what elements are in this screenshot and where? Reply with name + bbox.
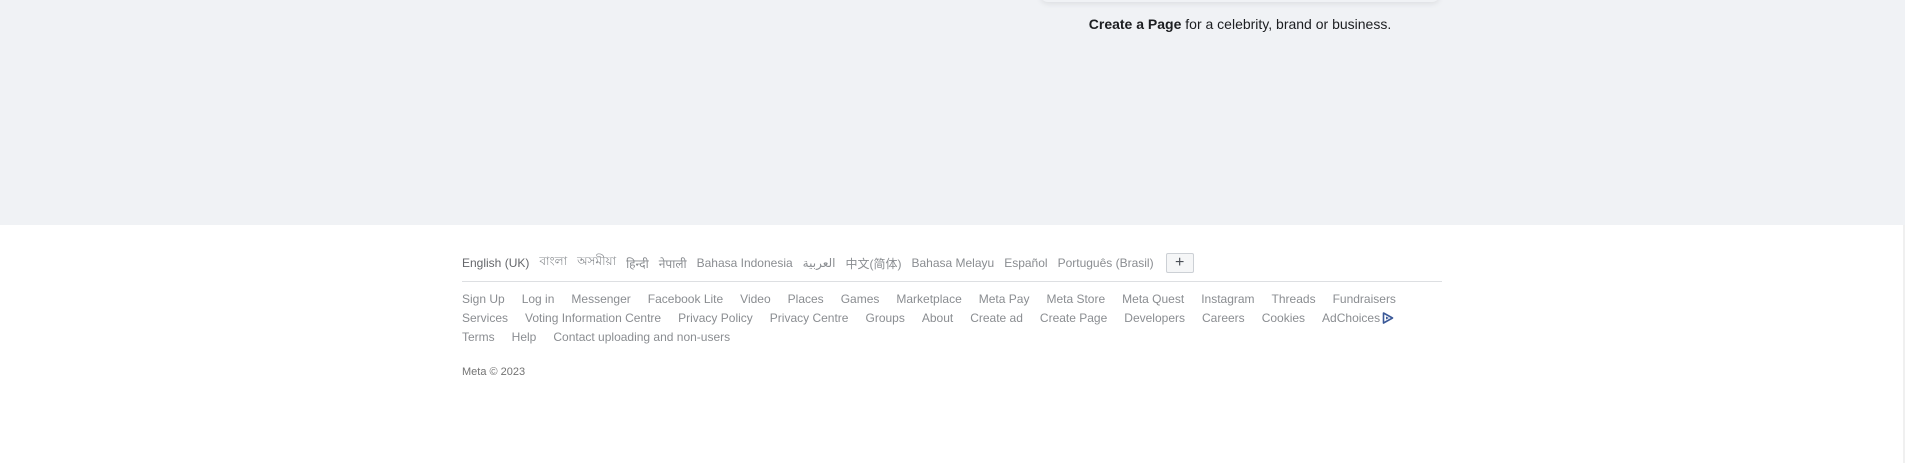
language-option[interactable]: العربية: [803, 256, 836, 270]
footer-link-meta-quest[interactable]: Meta Quest: [1122, 290, 1184, 309]
page-footer: English (UK) বাংলা অসমীয়া हिन्दी नेपाली…: [462, 253, 1442, 378]
create-page-description: for a celebrity, brand or business.: [1181, 16, 1392, 32]
footer-link-about[interactable]: About: [922, 309, 953, 328]
footer-link-cookies[interactable]: Cookies: [1262, 309, 1305, 328]
footer-link-games[interactable]: Games: [841, 290, 880, 309]
adchoices-triangle-icon: [1382, 312, 1394, 324]
create-page-prompt: Create a Page for a celebrity, brand or …: [1040, 16, 1440, 32]
footer-link-facebook-lite[interactable]: Facebook Lite: [648, 290, 723, 309]
language-option[interactable]: অসমীয়া: [577, 253, 616, 273]
login-card-bottom-edge: [1040, 0, 1440, 2]
footer-link-privacy-policy[interactable]: Privacy Policy: [678, 309, 753, 328]
plus-icon: +: [1174, 254, 1185, 271]
footer-link-services[interactable]: Services: [462, 309, 508, 328]
footer-link-marketplace[interactable]: Marketplace: [896, 290, 961, 309]
footer-link-meta-pay[interactable]: Meta Pay: [979, 290, 1030, 309]
language-option[interactable]: हिन्दी: [626, 255, 649, 272]
footer-link-contact-uploading[interactable]: Contact uploading and non-users: [553, 328, 730, 347]
footer-link-create-page[interactable]: Create Page: [1040, 309, 1107, 328]
language-option[interactable]: नेपाली: [659, 255, 687, 272]
footer-link-terms[interactable]: Terms: [462, 328, 495, 347]
copyright: Meta © 2023: [462, 366, 526, 378]
language-option[interactable]: Bahasa Indonesia: [697, 256, 793, 270]
footer-link-adchoices[interactable]: AdChoices: [1322, 309, 1394, 328]
more-languages-button[interactable]: +: [1165, 253, 1194, 273]
footer-link-privacy-centre[interactable]: Privacy Centre: [770, 309, 849, 328]
language-option[interactable]: বাংলা: [539, 253, 567, 273]
footer-link-sign-up[interactable]: Sign Up: [462, 290, 505, 309]
footer-link-log-in[interactable]: Log in: [522, 290, 555, 309]
footer-link-groups[interactable]: Groups: [865, 309, 904, 328]
footer-link-fundraisers[interactable]: Fundraisers: [1333, 290, 1396, 309]
language-list: English (UK) বাংলা অসমীয়া हिन्दी नेपाली…: [462, 253, 1442, 282]
footer-link-meta-store[interactable]: Meta Store: [1046, 290, 1105, 309]
language-option[interactable]: 中文(简体): [845, 255, 901, 272]
create-page-link[interactable]: Create a Page: [1089, 16, 1182, 32]
footer-link-places[interactable]: Places: [788, 290, 824, 309]
footer-link-video[interactable]: Video: [740, 290, 770, 309]
footer-link-messenger[interactable]: Messenger: [571, 290, 630, 309]
footer-links: Sign Up Log in Messenger Facebook Lite Video…: [462, 290, 1442, 347]
language-option[interactable]: Español: [1004, 256, 1047, 270]
main-content-area: Create a Page for a celebrity, brand or …: [0, 0, 1905, 225]
language-option[interactable]: Português (Brasil): [1058, 256, 1154, 270]
language-option[interactable]: Bahasa Melayu: [911, 256, 994, 270]
footer-link-voting-information-centre[interactable]: Voting Information Centre: [525, 309, 661, 328]
footer-link-create-ad[interactable]: Create ad: [970, 309, 1023, 328]
footer-link-instagram[interactable]: Instagram: [1201, 290, 1254, 309]
language-current[interactable]: English (UK): [462, 256, 529, 270]
footer-link-careers[interactable]: Careers: [1202, 309, 1245, 328]
footer-link-developers[interactable]: Developers: [1124, 309, 1185, 328]
adchoices-label: AdChoices: [1322, 311, 1381, 325]
footer-link-threads[interactable]: Threads: [1272, 290, 1316, 309]
footer-link-help[interactable]: Help: [512, 328, 537, 347]
